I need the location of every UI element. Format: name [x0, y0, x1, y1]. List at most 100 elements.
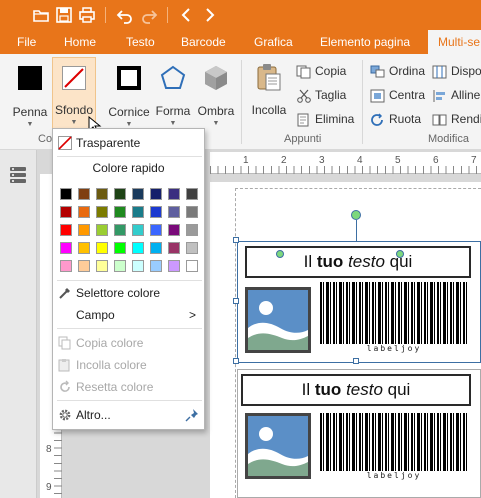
color-swatch[interactable] — [150, 224, 162, 236]
taglia-button[interactable]: Taglia — [296, 85, 346, 105]
color-swatch[interactable] — [168, 242, 180, 254]
layers-icon[interactable] — [8, 165, 28, 188]
penna-button[interactable]: Penna ▼ — [10, 60, 50, 132]
menu-item-resetta-colore[interactable]: Resetta colore — [53, 377, 204, 397]
color-swatch[interactable] — [150, 206, 162, 218]
color-swatch[interactable] — [168, 188, 180, 200]
redo-icon[interactable] — [140, 6, 158, 24]
color-swatch[interactable] — [114, 188, 126, 200]
color-swatch[interactable] — [150, 260, 162, 272]
color-swatch[interactable] — [60, 260, 72, 272]
menu-item-altro[interactable]: Altro... — [53, 405, 204, 425]
pentagon-icon — [160, 65, 186, 89]
group-label-co: Co — [38, 133, 53, 145]
centra-button[interactable]: Centra — [370, 85, 425, 105]
color-swatch[interactable] — [96, 242, 108, 254]
pen-color-icon — [18, 66, 42, 90]
tab-testo[interactable]: Testo — [126, 30, 155, 54]
color-swatch[interactable] — [186, 242, 198, 254]
cornice-label: Cornice — [108, 105, 150, 119]
allinea-button[interactable]: Alline — [432, 85, 480, 105]
print-icon[interactable] — [78, 6, 96, 24]
forma-label: Forma — [155, 104, 191, 118]
pin-icon[interactable] — [185, 408, 199, 422]
menu-item-campo[interactable]: Campo > — [53, 305, 204, 325]
color-swatch[interactable] — [168, 224, 180, 236]
color-swatch[interactable] — [60, 206, 72, 218]
copia-button[interactable]: Copia — [296, 61, 346, 81]
color-swatch[interactable] — [132, 224, 144, 236]
color-swatch[interactable] — [132, 206, 144, 218]
color-swatch[interactable] — [186, 260, 198, 272]
color-swatch[interactable] — [60, 188, 72, 200]
forma-button[interactable]: Forma ▼ — [154, 60, 192, 132]
color-swatch[interactable] — [60, 242, 72, 254]
color-swatch[interactable] — [96, 260, 108, 272]
elimina-button[interactable]: Elimina — [296, 109, 354, 129]
reset-color-icon — [60, 380, 70, 392]
sfondo-label: Sfondo — [54, 103, 94, 117]
ribbon-tab-bar: File Home Testo Barcode Grafica Elemento… — [0, 30, 481, 54]
color-swatch[interactable] — [114, 224, 126, 236]
tab-multi-selezione[interactable]: Multi-se — [428, 30, 481, 54]
rendi-button[interactable]: Rendi — [432, 109, 481, 129]
label-image[interactable] — [245, 287, 311, 353]
color-swatch[interactable] — [168, 260, 180, 272]
color-swatch[interactable] — [96, 206, 108, 218]
incolla-label: Incolla — [251, 103, 287, 117]
chevron-left-icon[interactable] — [178, 6, 196, 24]
chevron-down-icon: ▼ — [125, 121, 133, 128]
tab-grafica[interactable]: Grafica — [254, 30, 293, 54]
color-swatch[interactable] — [60, 224, 72, 236]
copy-color-icon — [58, 336, 71, 350]
color-swatch[interactable] — [114, 206, 126, 218]
ombra-button[interactable]: Ombra ▼ — [196, 60, 236, 132]
color-swatch[interactable] — [78, 242, 90, 254]
menu-item-selettore-colore[interactable]: Selettore colore — [53, 283, 204, 303]
label-text-box[interactable]: Il tuo testo qui — [241, 374, 471, 406]
delete-icon — [297, 113, 309, 127]
color-swatch[interactable] — [168, 206, 180, 218]
label-barcode[interactable]: labeljoy — [320, 413, 468, 487]
color-swatch[interactable] — [78, 188, 90, 200]
chevron-right-icon[interactable] — [200, 6, 218, 24]
tab-home[interactable]: Home — [64, 30, 96, 54]
ruota-button[interactable]: Ruota — [370, 109, 421, 129]
menu-item-trasparente[interactable]: Trasparente — [53, 133, 204, 153]
label-image[interactable] — [245, 413, 311, 479]
color-swatch[interactable] — [132, 260, 144, 272]
incolla-button[interactable]: Incolla — [248, 60, 290, 122]
color-swatch[interactable] — [132, 188, 144, 200]
tab-barcode[interactable]: Barcode — [181, 30, 226, 54]
ordina-button[interactable]: Ordina — [370, 61, 425, 81]
eyedropper-icon — [59, 288, 70, 299]
color-swatch[interactable] — [78, 260, 90, 272]
save-icon[interactable] — [55, 6, 73, 24]
color-swatch[interactable] — [78, 206, 90, 218]
undo-icon[interactable] — [116, 6, 134, 24]
menu-item-incolla-colore[interactable]: Incolla colore — [53, 355, 204, 375]
rendi-label: Rendi — [451, 112, 481, 126]
open-folder-icon[interactable] — [32, 6, 50, 24]
disponi-button[interactable]: Dispo — [432, 61, 481, 81]
cornice-button[interactable]: Cornice ▼ — [108, 60, 150, 132]
allinea-label: Alline — [451, 88, 481, 102]
color-swatch[interactable] — [78, 224, 90, 236]
color-swatch[interactable] — [132, 242, 144, 254]
label-barcode[interactable]: labeljoy — [320, 282, 468, 356]
color-swatch[interactable] — [96, 224, 108, 236]
color-swatch[interactable] — [96, 188, 108, 200]
arrange-icon — [370, 65, 385, 78]
color-swatch[interactable] — [186, 224, 198, 236]
rotate-icon — [371, 113, 383, 126]
tab-elemento-pagina[interactable]: Elemento pagina — [320, 30, 410, 54]
color-swatch[interactable] — [150, 188, 162, 200]
color-swatch[interactable] — [186, 206, 198, 218]
menu-item-copia-colore[interactable]: Copia colore — [53, 333, 204, 353]
color-swatch[interactable] — [150, 242, 162, 254]
tab-file[interactable]: File — [17, 30, 36, 54]
rotate-handle[interactable] — [351, 210, 361, 220]
color-swatch[interactable] — [186, 188, 198, 200]
color-swatch[interactable] — [114, 260, 126, 272]
color-swatch[interactable] — [114, 242, 126, 254]
